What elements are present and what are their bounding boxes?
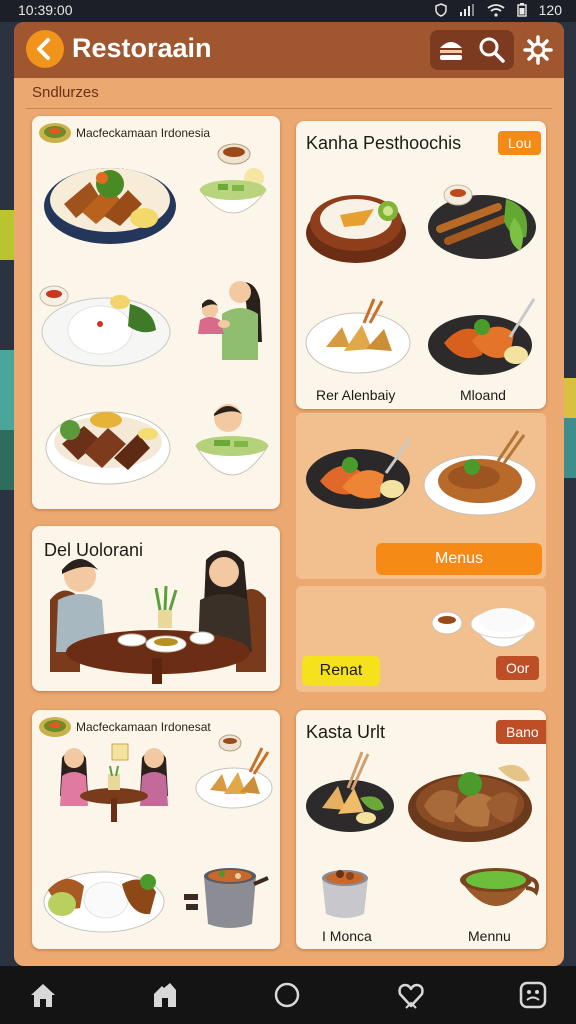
- burger-button[interactable]: [435, 34, 467, 66]
- background-edge-left: [0, 350, 14, 430]
- chevron-left-icon: [37, 38, 50, 60]
- section-title: Sndlurzes: [32, 84, 99, 101]
- couple-dining-illustration: [60, 743, 168, 822]
- nav-home-circle[interactable]: [272, 980, 302, 1010]
- satay-plate-image: [428, 184, 536, 259]
- menus-button[interactable]: Menus: [376, 543, 542, 575]
- card-badge[interactable]: Bano: [496, 720, 546, 744]
- green-soup-bowl-image: [460, 868, 539, 906]
- card-title: Kanha Pesthoochis: [306, 133, 462, 153]
- app-title: Restoraain: [72, 33, 212, 63]
- signal-icon: [459, 4, 474, 16]
- system-icons: 120: [434, 2, 562, 18]
- card-badge[interactable]: Lou: [498, 131, 542, 155]
- family-dining-illustration: [50, 550, 266, 684]
- search-icon: [479, 37, 505, 63]
- settings-button[interactable]: [522, 34, 554, 66]
- card-caption: Mloand: [460, 387, 506, 403]
- nav-favorites[interactable]: [396, 980, 426, 1010]
- home-icon: [31, 984, 55, 1007]
- background-edge-right: [564, 418, 576, 478]
- rice-bowl-image: [470, 608, 536, 648]
- nav-store[interactable]: [150, 980, 180, 1010]
- app-window: Restoraain Sndlurzes Macfeckamaan Irdone…: [14, 22, 564, 966]
- wifi-icon: [487, 3, 505, 17]
- app-bar: Restoraain: [14, 22, 564, 78]
- beef-dish-image: [45, 411, 171, 485]
- background-edge-left: [0, 210, 14, 260]
- chicken-with-fork-image: [428, 298, 536, 375]
- circle-icon: [274, 982, 300, 1008]
- profile-icon: [519, 981, 547, 1009]
- store-icon: [154, 983, 176, 1007]
- back-button[interactable]: [26, 30, 64, 68]
- soup-pot-image: [184, 868, 269, 928]
- sambal-bowl-image: [431, 611, 463, 635]
- nav-home[interactable]: [28, 980, 58, 1010]
- fried-chicken-plate-image: [195, 747, 273, 809]
- rice-bowl-logo: [39, 123, 71, 143]
- restaurant-card[interactable]: Macfeckamaan Irdonesat: [32, 710, 280, 949]
- reserve-button[interactable]: Renat: [302, 656, 380, 686]
- vpn-shield-icon: [434, 3, 447, 17]
- reservation-panel: Renat Oor: [296, 586, 546, 692]
- restaurant-card[interactable]: Kasta Urlt Bano I Monca Mennu: [296, 710, 546, 949]
- card-title: Kasta Urlt: [306, 722, 386, 742]
- mother-and-child-illustration: [198, 281, 262, 360]
- status-bar: 10:39:00 120: [0, 0, 576, 22]
- restaurant-card[interactable]: Kanha Pesthoochis Lou Rer Alenbaiy Mloan…: [296, 121, 546, 409]
- card-caption: Mennu: [468, 928, 511, 944]
- app-bar-actions: [430, 30, 514, 70]
- chicken-curry-bowl-image: [322, 870, 368, 918]
- nasi-campur-plate-image: [43, 871, 165, 933]
- small-action-button[interactable]: Oor: [496, 656, 540, 680]
- fried-tofu-plate-image: [306, 751, 394, 832]
- restaurant-card[interactable]: Del Uolorani: [32, 526, 280, 691]
- fried-chicken-plate-image: [305, 298, 411, 374]
- card-label: Macfeckamaan Irdonesia: [76, 126, 211, 140]
- battery-icon: [516, 3, 527, 17]
- card-caption: I Monca: [322, 928, 372, 944]
- rice-plate-image: [39, 285, 171, 367]
- search-button[interactable]: [476, 34, 508, 66]
- nav-profile[interactable]: [518, 980, 548, 1010]
- rice-clay-pot-image: [306, 195, 406, 263]
- status-time: 10:39:00: [18, 2, 73, 18]
- soup-bowl-image: [199, 168, 267, 214]
- card-label: Macfeckamaan Irdonesat: [76, 720, 211, 734]
- gear-icon: [523, 35, 553, 65]
- card-caption: Rer Alenbaiy: [316, 387, 396, 403]
- sambal-bowl-image: [217, 143, 251, 165]
- rice-bowl-logo: [39, 717, 71, 737]
- roast-meat-plate-image: [408, 764, 532, 842]
- fried-rice-plate-image: [423, 430, 537, 516]
- heart-icon: [398, 983, 424, 1009]
- background-edge-left: [0, 430, 14, 490]
- background-edge-right: [564, 378, 576, 418]
- grilled-chicken-dish-image: [44, 168, 176, 244]
- section-divider: [26, 108, 552, 109]
- boy-with-soup-illustration: [195, 404, 269, 476]
- burger-icon: [440, 42, 462, 60]
- battery-level: 120: [538, 2, 562, 18]
- menu-panel: Menus: [296, 413, 546, 579]
- bottom-navigation: [0, 966, 576, 1024]
- grilled-fish-plate-image: [306, 438, 412, 509]
- restaurant-card[interactable]: Macfeckamaan Irdonesia: [32, 116, 280, 509]
